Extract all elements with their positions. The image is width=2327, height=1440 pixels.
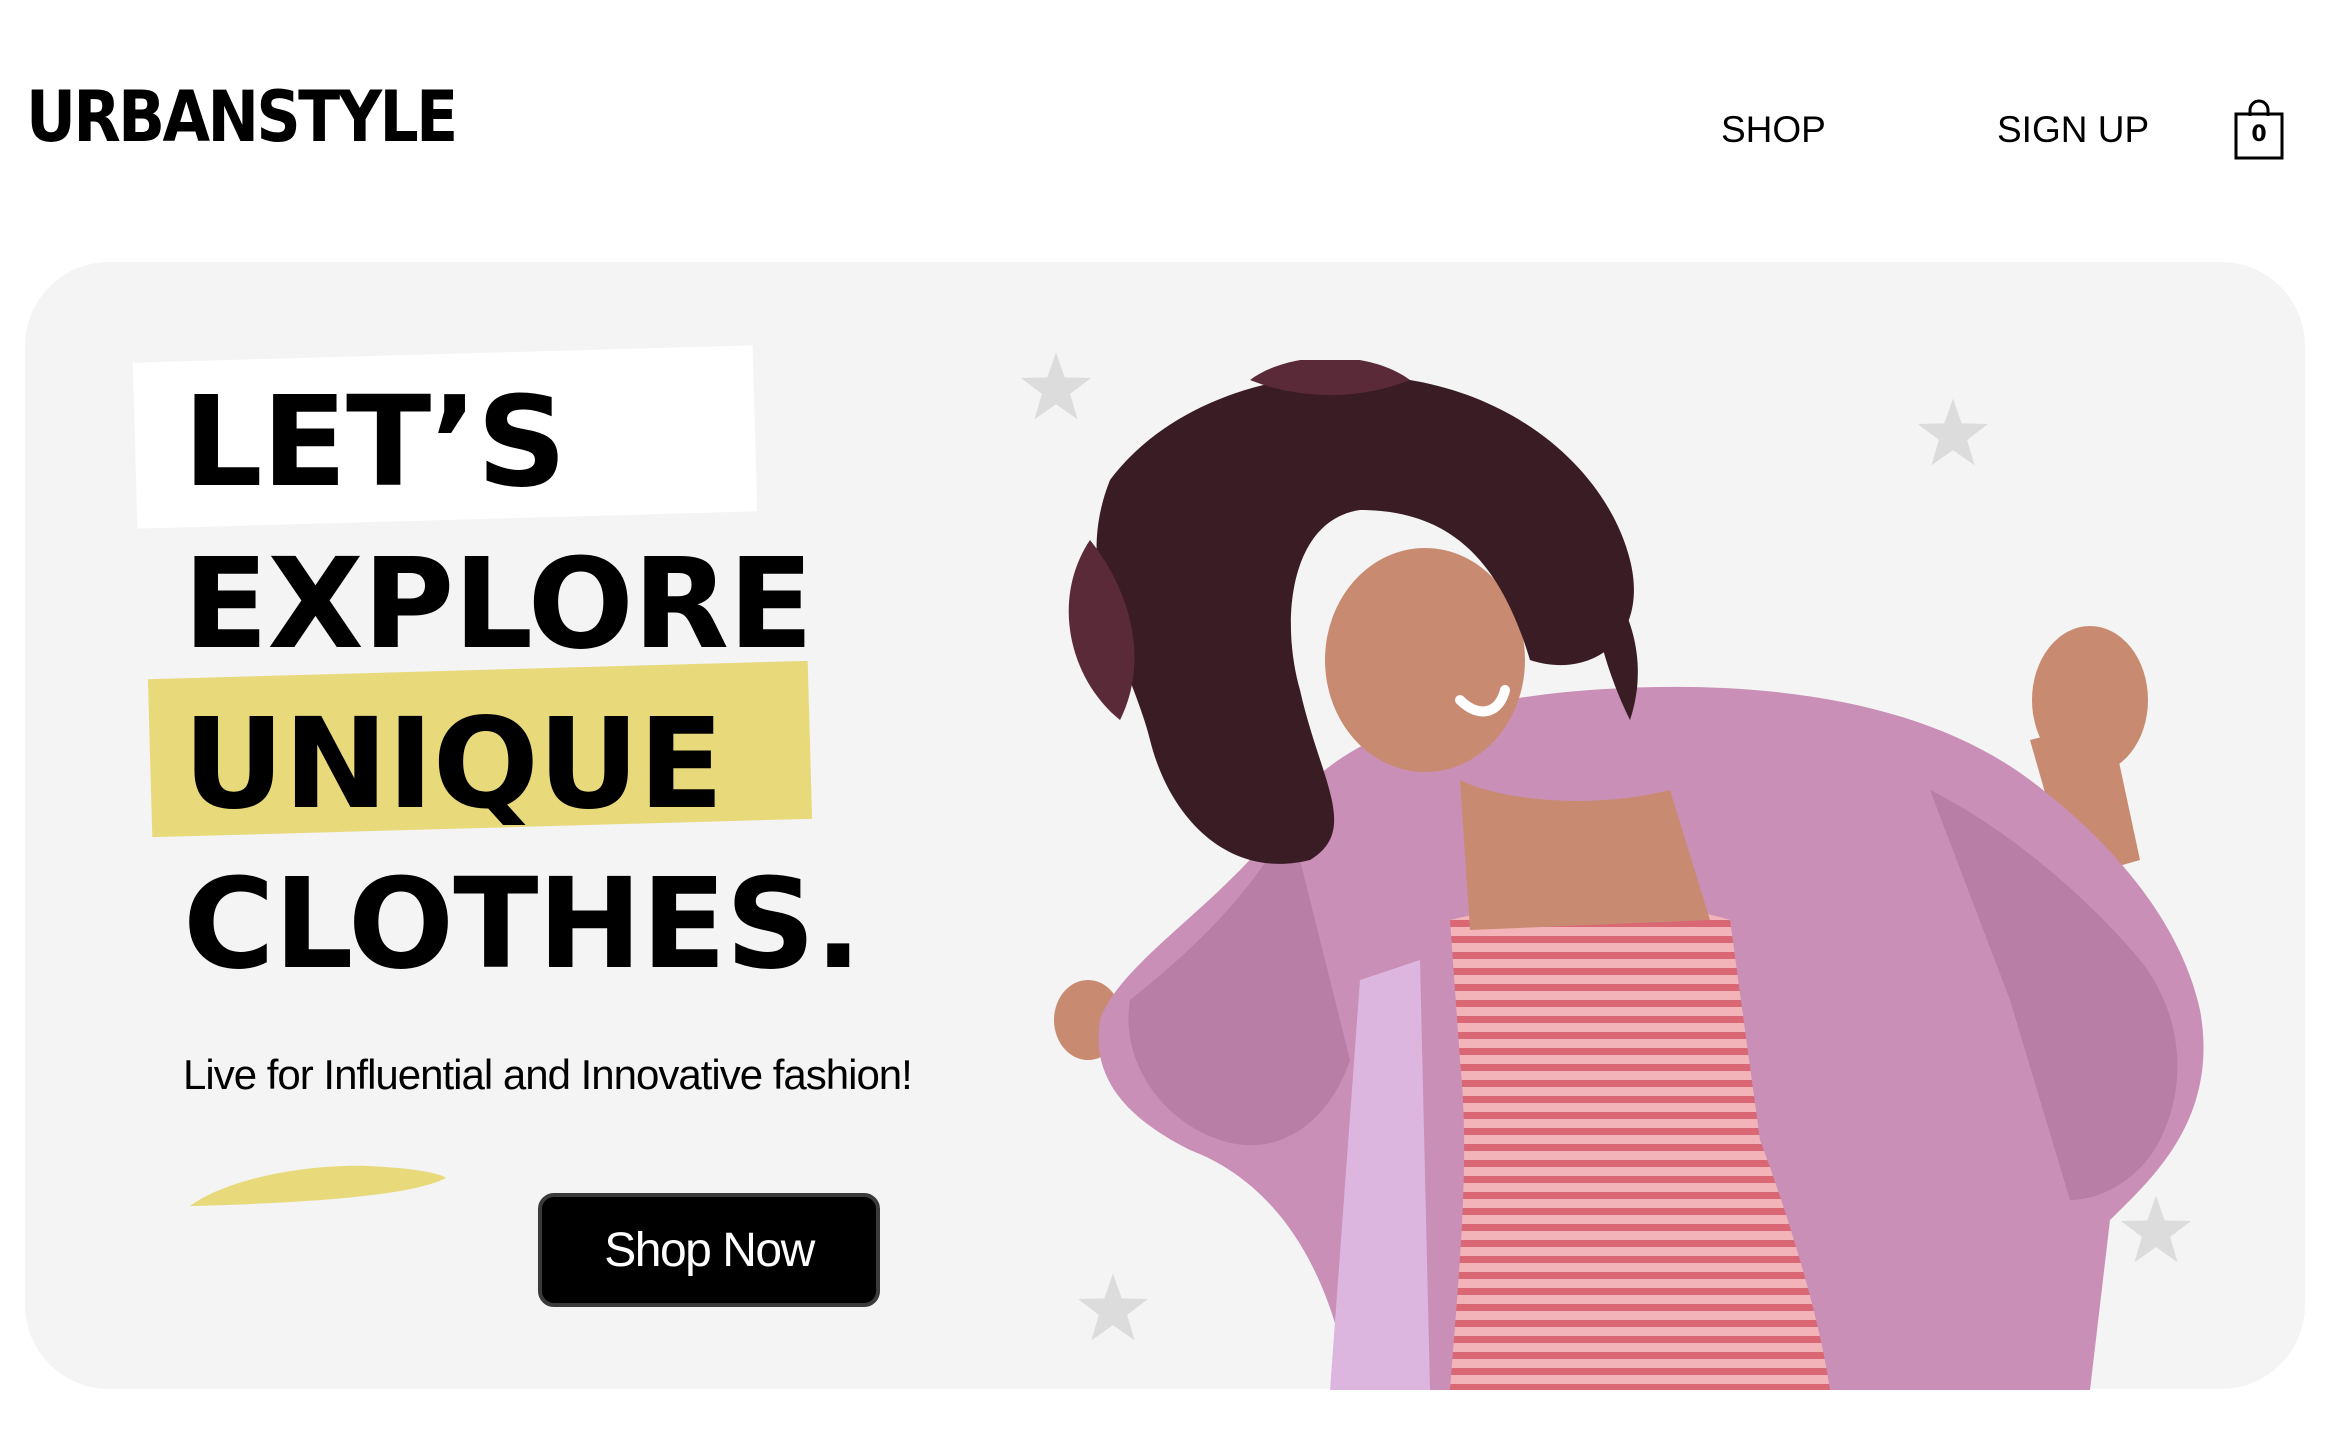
headline-line-2: EXPLORE bbox=[183, 532, 813, 677]
nav-signup-link[interactable]: SIGN UP bbox=[1997, 108, 2149, 152]
nav-shop-link[interactable]: SHOP bbox=[1721, 108, 1826, 152]
model-photo bbox=[1054, 360, 2204, 1390]
brand-logo[interactable]: URBANSTYLE bbox=[26, 82, 458, 152]
shop-now-button[interactable]: Shop Now bbox=[538, 1193, 880, 1307]
headline-line-1: LET’S bbox=[183, 370, 567, 515]
yellow-swoosh bbox=[190, 1165, 446, 1206]
headline-line-4: CLOTHES. bbox=[183, 852, 862, 997]
cart-count-badge: 0 bbox=[2251, 122, 2267, 147]
headline-line-3: UNIQUE bbox=[183, 692, 724, 837]
hero-subtitle: Live for Influential and Innovative fash… bbox=[183, 1051, 913, 1098]
cart-button[interactable]: 0 bbox=[2234, 98, 2284, 160]
